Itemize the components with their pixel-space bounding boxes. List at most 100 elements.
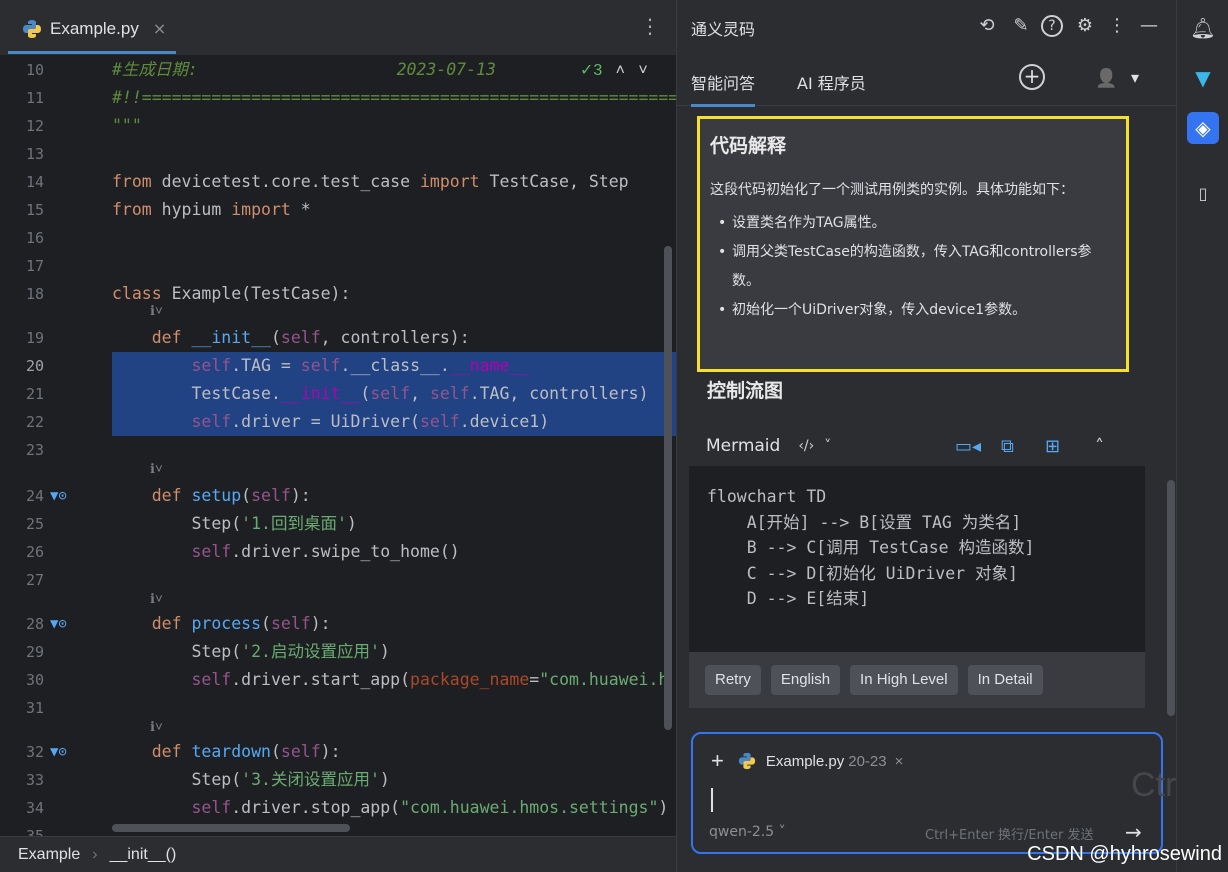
code-text: .__class__.	[340, 356, 450, 375]
model-selector[interactable]: qwen-2.5 ˅	[709, 824, 786, 840]
breadcrumb-method[interactable]: __init__()	[110, 846, 177, 864]
line-number: 30	[25, 671, 44, 689]
self-keyword: self	[191, 412, 232, 431]
code-editor: Example.py × ⋮ ✓3 ˄ ˅ 10 #生成日期: 2023-07-1…	[0, 0, 676, 872]
panel-scrollbar[interactable]	[1167, 480, 1175, 716]
code-text: .driver.swipe_to_home()	[231, 542, 460, 561]
string: "com.huawei.h	[539, 670, 669, 689]
breadcrumb-separator: ›	[92, 845, 98, 863]
copy-icon[interactable]: ⧉	[1001, 436, 1014, 457]
code-text: (	[241, 486, 252, 505]
vertical-scrollbar[interactable]	[664, 246, 672, 730]
code-vision-hint[interactable]: ℹ˅	[0, 302, 676, 322]
function-name: teardown	[191, 742, 271, 761]
history-icon[interactable]: ⟲	[975, 14, 999, 38]
code-area[interactable]: ✓3 ˄ ˅ 10 #生成日期: 2023-07-13 11 #!!========…	[0, 56, 676, 836]
ai-hint-icon[interactable]: ℹ˅	[150, 460, 163, 480]
self-keyword: self	[270, 614, 311, 633]
insert-icon[interactable]: ▭◂	[955, 436, 981, 457]
bookmark-icon[interactable]: ▯	[1187, 178, 1219, 210]
close-icon[interactable]: ×	[153, 19, 166, 38]
code-text: .driver.stop_app(	[231, 798, 401, 817]
code-text: .driver = UiDriver(	[231, 412, 420, 431]
list-item: 调用父类TestCase的构造函数，传入TAG和controllers参数。	[710, 238, 1116, 296]
code-vision-hint[interactable]: ℹ˅	[0, 718, 676, 738]
ai-hint-icon[interactable]: ℹ˅	[150, 590, 163, 610]
english-button[interactable]: English	[770, 665, 841, 695]
line-number: 16	[25, 229, 44, 247]
tab-example-py[interactable]: Example.py ×	[8, 6, 176, 54]
keyword: import	[231, 200, 291, 219]
self-keyword: self	[191, 542, 232, 561]
run-test-icon[interactable]: ▼⊙	[50, 610, 67, 638]
breadcrumb-class[interactable]: Example	[18, 846, 80, 864]
keyword: def	[151, 486, 182, 505]
list-item: 设置类名作为TAG属性。	[710, 209, 1116, 238]
code-icon[interactable]: ‹/›	[798, 438, 814, 454]
self-keyword: self	[300, 356, 341, 375]
code-text: ):	[290, 486, 311, 505]
keyword: class	[112, 284, 162, 303]
line-number: 12	[25, 117, 44, 135]
editor-tab-bar: Example.py × ⋮	[0, 0, 676, 56]
notifications-icon[interactable]: 🔔︎	[1187, 12, 1219, 44]
wrench-icon[interactable]: ⚙	[1073, 14, 1097, 38]
ai-hint-icon[interactable]: ℹ˅	[150, 302, 163, 322]
send-icon[interactable]: →	[1125, 820, 1142, 844]
flowchart-title: 控制流图	[707, 380, 784, 402]
self-keyword: self	[280, 328, 321, 347]
explanation-list: 设置类名作为TAG属性。 调用父类TestCase的构造函数，传入TAG和con…	[710, 209, 1116, 325]
run-test-icon[interactable]: ▼⊙	[50, 738, 67, 766]
collapse-icon[interactable]: ˄	[1095, 436, 1104, 457]
keyword: from	[112, 200, 152, 219]
input-hint: Ctrl+Enter 换行/Enter 发送	[925, 828, 1094, 843]
code-line: 14 from devicetest.core.test_case import …	[0, 168, 676, 196]
keyword: from	[112, 172, 152, 191]
code-line: 15 from hypium import *	[0, 196, 676, 224]
add-context-icon[interactable]: +	[711, 748, 724, 774]
new-file-icon[interactable]: ⊞	[1045, 436, 1060, 457]
run-test-icon[interactable]: ▼⊙	[50, 482, 67, 510]
keyword: def	[151, 614, 182, 633]
list-item: 初始化一个UiDriver对象，传入device1参数。	[710, 296, 1116, 325]
code-text: , controllers):	[320, 328, 470, 347]
horizontal-scrollbar[interactable]	[112, 824, 350, 832]
in-detail-button[interactable]: In Detail	[967, 665, 1043, 695]
self-keyword: self	[370, 384, 411, 403]
close-icon[interactable]: ×	[895, 753, 904, 770]
ai-hint-icon[interactable]: ℹ˅	[150, 718, 163, 738]
help-icon[interactable]: ?	[1041, 15, 1063, 37]
code-text: .TAG =	[231, 356, 301, 375]
code-line: 12 """	[0, 112, 676, 140]
new-chat-icon[interactable]: +	[1019, 64, 1045, 90]
tab-smart-qa[interactable]: 智能问答	[691, 70, 756, 107]
chat-input-box[interactable]: + Example.py 20-23 × Ctrl qwen-2.5 ˅ Ctr…	[691, 732, 1184, 854]
code-text: (	[360, 384, 371, 403]
code-line: 10 #生成日期: 2023-07-13	[0, 56, 676, 84]
comment: #生成日期:	[112, 60, 198, 79]
tongyi-lingma-icon[interactable]: ◈	[1187, 112, 1219, 144]
code-vision-hint[interactable]: ℹ˅	[0, 590, 676, 610]
more-vertical-icon[interactable]: ⋮	[640, 16, 660, 36]
chevron-down-icon[interactable]: ▾	[1131, 68, 1139, 87]
code-vision-hint[interactable]: ℹ˅	[0, 460, 676, 480]
self-keyword: self	[419, 412, 460, 431]
retry-button[interactable]: Retry	[705, 665, 761, 695]
code-text: ):	[320, 742, 341, 761]
code-text: *	[290, 200, 311, 219]
edit-icon[interactable]: ✎	[1009, 14, 1033, 38]
user-icon[interactable]: 👤	[1095, 68, 1117, 89]
comment: """	[112, 116, 142, 135]
tab-ai-programmer[interactable]: AI 程序员	[797, 70, 866, 94]
code-line: 17	[0, 252, 676, 280]
chevron-down-icon[interactable]: ˅	[824, 438, 831, 454]
plugin-icon[interactable]: ▼	[1187, 62, 1219, 94]
more-vertical-icon[interactable]: ⋮	[1105, 14, 1129, 38]
high-level-button[interactable]: In High Level	[850, 665, 958, 695]
code-text: )	[379, 642, 390, 661]
code-text: Step(	[191, 514, 242, 533]
code-line: 28 ▼⊙ def process(self):	[0, 610, 676, 638]
minimize-icon[interactable]: —	[1137, 14, 1161, 38]
code-text: )	[379, 770, 390, 789]
code-line: 25 Step('1.回到桌面')	[0, 510, 676, 538]
